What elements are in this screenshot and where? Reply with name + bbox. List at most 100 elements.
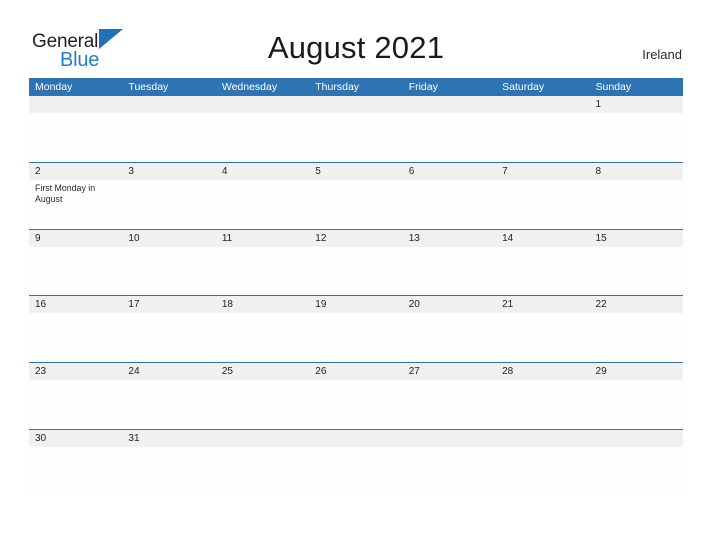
day-number[interactable]: 29 <box>590 363 683 380</box>
day-number[interactable] <box>496 96 589 113</box>
day-number[interactable] <box>309 430 402 447</box>
day-number[interactable]: 20 <box>403 296 496 313</box>
day-number[interactable]: 5 <box>309 163 402 180</box>
day-event <box>309 380 402 429</box>
day-event <box>216 113 309 162</box>
day-number[interactable]: 28 <box>496 363 589 380</box>
day-event <box>216 313 309 362</box>
day-number[interactable]: 13 <box>403 230 496 247</box>
day-event <box>216 380 309 429</box>
day-number[interactable]: 22 <box>590 296 683 313</box>
day-event <box>122 180 215 229</box>
day-number[interactable]: 15 <box>590 230 683 247</box>
day-number[interactable]: 3 <box>122 163 215 180</box>
week-event-band <box>29 113 683 162</box>
day-number[interactable]: 11 <box>216 230 309 247</box>
day-number[interactable]: 30 <box>29 430 122 447</box>
day-event <box>590 113 683 162</box>
day-event <box>496 447 589 496</box>
day-number[interactable]: 16 <box>29 296 122 313</box>
day-event <box>403 180 496 229</box>
page-header: General Blue August 2021 Ireland <box>0 0 712 78</box>
day-number[interactable]: 6 <box>403 163 496 180</box>
day-number[interactable]: 24 <box>122 363 215 380</box>
weekday-header-thursday: Thursday <box>315 81 360 93</box>
day-number[interactable] <box>216 430 309 447</box>
day-event <box>29 380 122 429</box>
day-event <box>309 447 402 496</box>
week-row: 23 24 25 26 27 28 29 <box>29 363 683 430</box>
day-event <box>216 247 309 296</box>
week-daynumber-band: 23 24 25 26 27 28 29 <box>29 363 683 381</box>
day-number[interactable]: 1 <box>590 96 683 113</box>
week-daynumber-band: 30 31 <box>29 429 683 447</box>
weekday-header-friday: Friday <box>408 81 438 93</box>
day-event: First Monday in August <box>35 182 96 205</box>
weekday-header-monday: Monday <box>35 81 73 93</box>
day-number[interactable]: 2 <box>29 163 122 180</box>
day-number[interactable] <box>590 430 683 447</box>
day-number[interactable] <box>496 430 589 447</box>
day-number[interactable]: 12 <box>309 230 402 247</box>
day-event <box>496 247 589 296</box>
day-number[interactable] <box>403 96 496 113</box>
day-event <box>309 313 402 362</box>
day-number[interactable]: 23 <box>29 363 122 380</box>
day-number[interactable]: 17 <box>122 296 215 313</box>
calendar-page: General Blue August 2021 Ireland Monday … <box>0 0 712 550</box>
day-number[interactable]: 10 <box>122 230 215 247</box>
day-number[interactable] <box>122 96 215 113</box>
day-event <box>29 313 122 362</box>
day-number[interactable] <box>309 96 402 113</box>
day-number[interactable]: 7 <box>496 163 589 180</box>
page-title: August 2021 <box>267 30 445 65</box>
day-event <box>496 380 589 429</box>
day-number[interactable] <box>403 430 496 447</box>
week-event-band <box>29 313 683 362</box>
day-event <box>403 247 496 296</box>
day-event <box>216 447 309 496</box>
day-event <box>403 447 496 496</box>
calendar-grid: Monday Tuesday Wednesday Thursday Friday… <box>29 78 683 497</box>
day-number[interactable]: 14 <box>496 230 589 247</box>
day-event <box>29 447 122 496</box>
day-number[interactable]: 19 <box>309 296 402 313</box>
day-event <box>309 180 402 229</box>
day-number[interactable]: 8 <box>590 163 683 180</box>
week-event-band <box>29 247 683 296</box>
day-event <box>496 313 589 362</box>
day-event <box>496 180 589 229</box>
day-number[interactable] <box>29 96 122 113</box>
week-event-band <box>29 447 683 496</box>
week-row: 16 17 18 19 20 21 22 <box>29 296 683 364</box>
day-event <box>122 113 215 162</box>
day-number[interactable] <box>216 96 309 113</box>
week-row: 9 10 11 12 13 14 15 <box>29 229 683 297</box>
day-event <box>403 313 496 362</box>
weekday-header-wednesday: Wednesday <box>221 81 278 93</box>
weekday-header-sunday: Sunday <box>595 81 632 93</box>
country-label: Ireland <box>642 47 682 62</box>
day-event <box>122 447 215 496</box>
day-event <box>29 113 122 162</box>
day-event <box>590 380 683 429</box>
day-event <box>403 380 496 429</box>
day-event <box>496 113 589 162</box>
day-number[interactable]: 31 <box>122 430 215 447</box>
day-event <box>216 180 309 229</box>
day-event <box>122 247 215 296</box>
day-number[interactable]: 18 <box>216 296 309 313</box>
day-number[interactable]: 26 <box>309 363 402 380</box>
week-daynumber-band: 9 10 11 12 13 14 15 <box>29 229 683 247</box>
week-row: 2 3 4 5 6 7 8 First Monday in August <box>29 162 683 230</box>
day-number[interactable]: 27 <box>403 363 496 380</box>
day-number[interactable]: 21 <box>496 296 589 313</box>
day-event <box>590 447 683 496</box>
weekday-header-row: Monday Tuesday Wednesday Thursday Friday… <box>29 78 683 96</box>
day-event <box>403 113 496 162</box>
day-event <box>309 113 402 162</box>
day-number[interactable]: 9 <box>29 230 122 247</box>
day-number[interactable]: 25 <box>216 363 309 380</box>
weekday-header-saturday: Saturday <box>502 81 545 93</box>
day-number[interactable]: 4 <box>216 163 309 180</box>
